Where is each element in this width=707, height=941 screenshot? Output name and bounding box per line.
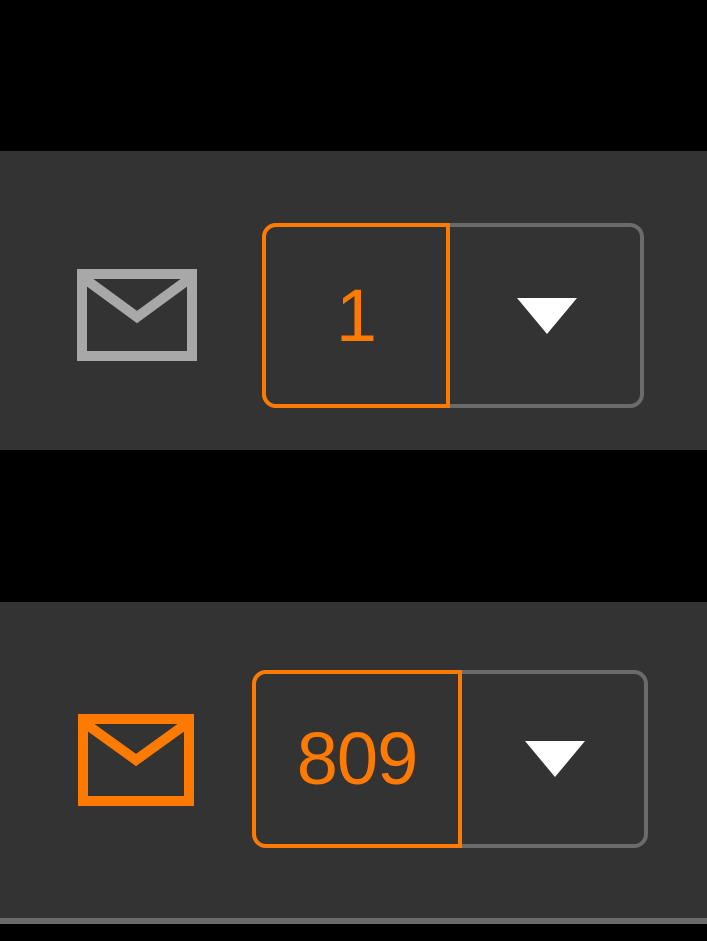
dropdown-toggle-button[interactable] bbox=[462, 670, 648, 848]
caret-down-icon bbox=[517, 297, 577, 334]
dropdown-toggle-button[interactable] bbox=[450, 223, 644, 408]
message-count-value: 1 bbox=[335, 273, 377, 357]
message-count-control: 809 bbox=[252, 670, 648, 848]
mail-icon[interactable] bbox=[78, 714, 194, 806]
message-count-value: 809 bbox=[296, 717, 418, 800]
divider bbox=[0, 918, 707, 924]
notification-bar-unread: 809 bbox=[0, 602, 707, 918]
message-count-button[interactable]: 1 bbox=[262, 223, 450, 408]
message-count-control: 1 bbox=[262, 223, 644, 408]
mail-icon[interactable] bbox=[77, 269, 197, 361]
message-count-button[interactable]: 809 bbox=[252, 670, 462, 848]
notification-bar-read: 1 bbox=[0, 151, 707, 450]
caret-down-icon bbox=[525, 741, 585, 777]
